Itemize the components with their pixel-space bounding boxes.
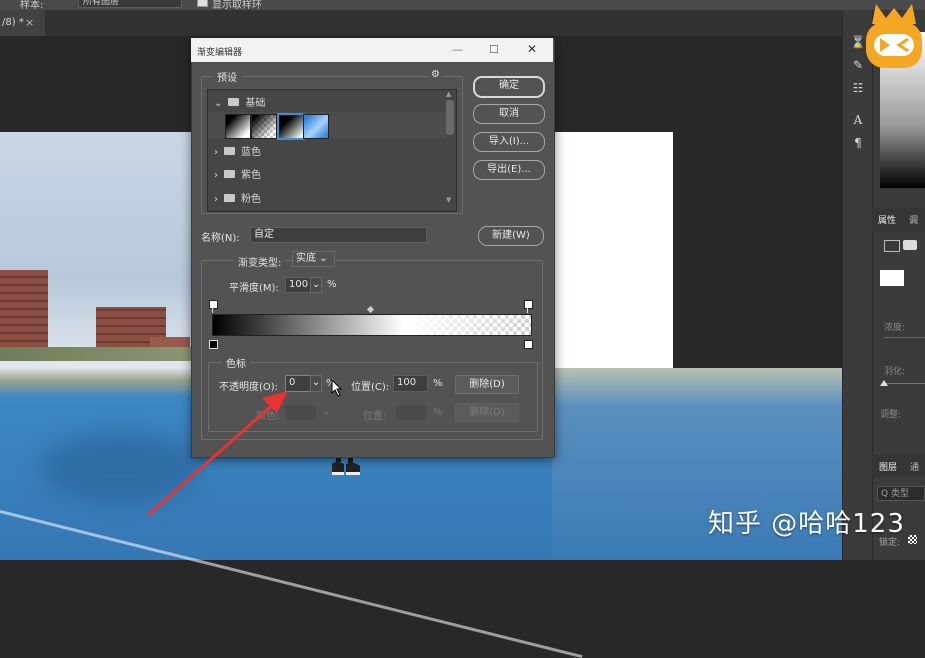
folder-icon <box>228 98 240 106</box>
name-label: 名称(N): <box>201 233 240 244</box>
paragraph-icon[interactable]: ¶ <box>850 135 866 151</box>
location-percent: % <box>433 378 443 389</box>
color-dropdown-icon: ⌄ <box>322 406 331 417</box>
folder-basic[interactable]: ⌄ 基础 <box>214 94 266 109</box>
opacity-input[interactable]: 0 <box>285 375 311 392</box>
close-icon[interactable]: ✕ <box>527 42 537 56</box>
folder-purple[interactable]: › 紫色 <box>214 166 261 181</box>
density-label: 浓度: <box>884 323 906 333</box>
opacity-stop-left[interactable] <box>209 300 218 309</box>
gradient-type-label: 渐变类型: <box>234 254 286 269</box>
opacity-dropdown[interactable]: ⌄ <box>310 375 322 392</box>
gradient-bar[interactable] <box>212 314 532 336</box>
maximize-icon[interactable]: ☐ <box>489 43 499 56</box>
color-stop-left[interactable] <box>209 340 218 349</box>
folder-blue[interactable]: › 蓝色 <box>214 143 261 158</box>
chevron-down-icon: ⌄ <box>312 279 321 290</box>
mascot-logo-icon <box>866 4 922 68</box>
chevron-down-icon[interactable]: ⌄ <box>214 98 222 109</box>
document-canvas[interactable] <box>552 132 673 368</box>
lock-transparent-icon[interactable] <box>908 535 917 544</box>
adjust-label: 调整: <box>880 410 902 420</box>
opacity-label: 不透明度(O): <box>219 382 279 393</box>
gradient-type-value: 实底 <box>296 253 316 264</box>
close-icon[interactable]: × <box>25 16 34 29</box>
layers-search-input[interactable]: Q 类型 <box>877 486 925 501</box>
export-button[interactable]: 导出(E)... <box>473 160 545 180</box>
name-input[interactable]: 自定 <box>250 227 427 243</box>
import-button[interactable]: 导入(I)... <box>473 132 545 152</box>
mask-icon[interactable] <box>903 240 917 250</box>
new-button[interactable]: 新建(W) <box>478 226 544 246</box>
folder-label: 紫色 <box>241 170 261 181</box>
percent-label: % <box>327 279 337 290</box>
ok-button[interactable]: 确定 <box>473 76 545 98</box>
image-icon[interactable] <box>884 240 900 252</box>
scroll-up-icon[interactable]: ▲ <box>446 90 451 98</box>
folder-label: 蓝色 <box>241 147 261 158</box>
smoothness-label: 平滑度(M): <box>229 283 279 294</box>
folder-label: 基础 <box>245 98 266 109</box>
folder-icon <box>224 194 235 202</box>
watermark: 知乎 @哈哈123 <box>708 509 905 539</box>
preset-scrollbar[interactable] <box>446 100 454 135</box>
delete-color-stop-button: 删除(D) <box>455 403 519 422</box>
location2-input <box>395 404 428 421</box>
stop-tick <box>527 308 528 313</box>
folder-icon <box>224 147 235 155</box>
color-label: 颜色: <box>256 411 280 422</box>
tab-adjustments[interactable]: 调 <box>909 213 918 226</box>
document-tab-bar <box>0 10 842 36</box>
chevron-right-icon[interactable]: › <box>214 194 218 205</box>
folder-label: 粉色 <box>241 194 261 205</box>
delete-opacity-stop-button[interactable]: 删除(D) <box>455 375 519 394</box>
sample-select[interactable]: 所有图层 <box>78 0 182 8</box>
feather-label: 羽化: <box>884 367 906 377</box>
color-stop-right[interactable] <box>524 340 533 349</box>
show-ring-checkbox[interactable] <box>197 0 208 7</box>
layer-thumbnail <box>880 270 904 286</box>
feather-slider-knob[interactable] <box>880 380 888 386</box>
cancel-button[interactable]: 取消 <box>473 104 545 124</box>
mouse-cursor-icon <box>331 379 343 397</box>
location2-label: 位置: <box>363 411 387 422</box>
chevron-down-icon: ⌄ <box>319 253 328 264</box>
dialog-title: 渐变编辑器 <box>197 48 243 58</box>
tab-properties[interactable]: 属性 <box>878 213 896 226</box>
stops-label: 色标 <box>222 355 250 370</box>
gradient-type-select[interactable]: 实底 ⌄ <box>292 251 335 267</box>
location2-percent: % <box>433 407 443 418</box>
swatch-black-white[interactable] <box>225 114 251 139</box>
opacity-stop-right[interactable] <box>524 300 533 309</box>
tab-layers[interactable]: 图层 <box>879 460 897 473</box>
density-slider[interactable] <box>884 337 925 338</box>
building-left <box>0 270 48 348</box>
color-swatch-field <box>284 404 317 421</box>
adjustments-icon[interactable]: ☷ <box>850 80 866 96</box>
chevron-right-icon[interactable]: › <box>214 147 218 158</box>
feather-slider[interactable] <box>883 383 925 384</box>
folder-pink[interactable]: › 粉色 <box>214 190 261 205</box>
gear-icon[interactable]: ⚙ <box>428 69 443 80</box>
stop-tick <box>212 308 213 313</box>
location-input[interactable]: 100 <box>393 375 428 392</box>
smoothness-input[interactable]: 100 <box>285 277 311 293</box>
chevron-down-icon: ⌄ <box>312 377 321 388</box>
smoothness-dropdown[interactable]: ⌄ <box>310 277 322 293</box>
location-label: 位置(C): <box>351 382 390 393</box>
chevron-right-icon[interactable]: › <box>214 170 218 181</box>
presets-label: 预设 <box>212 69 242 84</box>
swatch-black-transparent[interactable] <box>251 114 277 139</box>
character-icon[interactable]: A <box>850 112 866 128</box>
swatch-foreground-background[interactable] <box>277 113 305 140</box>
swatch-blue[interactable] <box>303 114 329 139</box>
document-tab-label: /8) * <box>2 17 24 28</box>
folder-icon <box>224 170 235 178</box>
minimize-icon[interactable]: — <box>452 43 463 56</box>
scroll-down-icon[interactable]: ▼ <box>446 196 451 204</box>
track-shadow <box>40 432 200 502</box>
tab-channels[interactable]: 通 <box>910 460 919 473</box>
